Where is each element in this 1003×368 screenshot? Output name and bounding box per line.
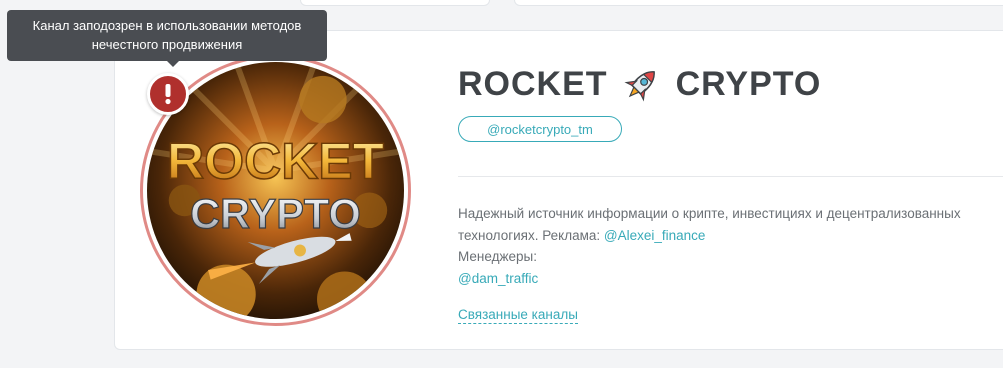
manager-link[interactable]: @dam_traffic [458,271,538,286]
channel-title: ROCKET CRYPTO [458,62,821,106]
channel-title-left: ROCKET [458,64,608,103]
channel-title-right: CRYPTO [675,64,822,103]
description-line-1: Надежный источник информации о крипте, и… [458,206,961,221]
channel-handle-button[interactable]: @rocketcrypto_tm [458,116,622,142]
divider [458,176,1003,177]
ad-contact-link[interactable]: @Alexei_finance [604,228,706,243]
tooltip-line-2: нечестного продвижения [91,37,243,52]
rocket-icon [624,71,655,102]
top-card-left [300,0,490,6]
description-line-2: технологиях. Реклама: @Alexei_finance [458,225,1003,247]
warning-icon[interactable] [147,73,189,115]
exclamation-icon [165,84,171,105]
tooltip-line-1: Канал заподозрен в использовании методов [32,18,302,33]
related-channels-link[interactable]: Связанные каналы [458,306,578,324]
avatar-title-line2: CRYPTO [190,190,361,237]
top-card-right [514,0,1003,6]
managers-label: Менеджеры: [458,249,537,264]
description-ad-text: технологиях. Реклама: [458,227,604,243]
fraud-warning-tooltip: Канал заподозрен в использовании методов… [7,10,327,67]
channel-description: Надежный источник информации о крипте, и… [458,203,1003,289]
avatar-title-line1: ROCKET [167,132,384,190]
